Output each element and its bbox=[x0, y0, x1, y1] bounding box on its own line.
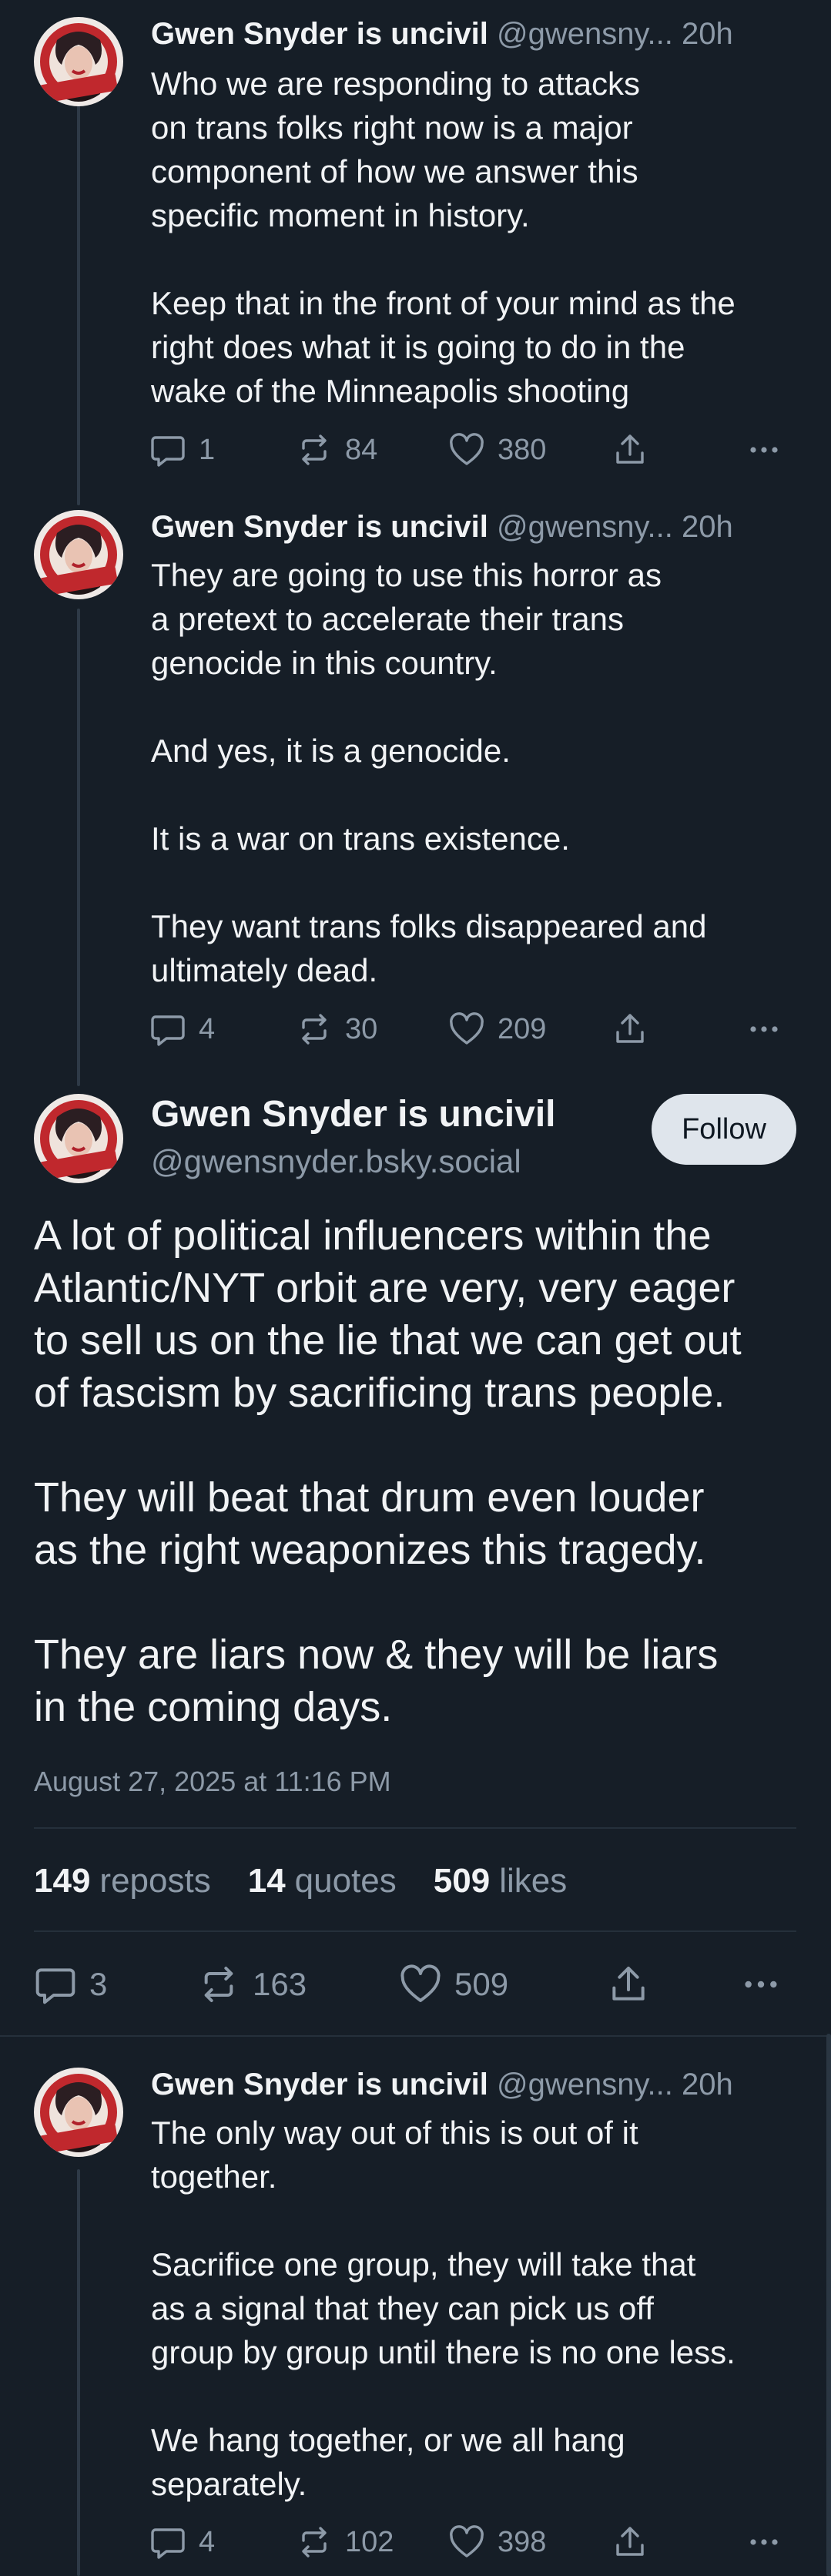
repost-arrows-icon bbox=[296, 431, 333, 468]
engagement-stats: 149 reposts 14 quotes 509 likes bbox=[34, 1860, 567, 1903]
author-name[interactable]: Gwen Snyder is uncivil bbox=[151, 2068, 488, 2101]
repost-button[interactable]: 163 bbox=[197, 1963, 307, 2006]
post-actions: 1 84 380 bbox=[149, 428, 796, 471]
reply-count: 4 bbox=[199, 1012, 216, 1045]
post-actions: 4 30 209 bbox=[149, 1008, 796, 1051]
speech-bubble-icon bbox=[34, 1963, 77, 2006]
repost-arrows-icon bbox=[296, 2524, 333, 2561]
post-header: Gwen Snyder is uncivil @gwensny... 20h bbox=[151, 15, 733, 52]
like-button[interactable]: 509 bbox=[399, 1963, 508, 2006]
repost-count: 84 bbox=[345, 433, 378, 466]
likes-stat[interactable]: 509 likes bbox=[434, 1860, 567, 1903]
reply-count: 4 bbox=[199, 2525, 216, 2558]
repost-count: 30 bbox=[345, 1012, 378, 1045]
heart-icon bbox=[399, 1963, 442, 2006]
speech-bubble-icon bbox=[149, 2524, 186, 2561]
share-button[interactable] bbox=[607, 1963, 650, 2006]
reply-button[interactable]: 3 bbox=[34, 1963, 107, 2006]
repost-arrows-icon bbox=[296, 1011, 333, 1048]
reply-count: 3 bbox=[89, 1966, 108, 2002]
like-button[interactable]: 380 bbox=[448, 428, 546, 471]
post-text: They are going to use this horror as a p… bbox=[151, 557, 707, 988]
post-header: Gwen Snyder is uncivil @gwensny... 20h bbox=[151, 508, 733, 545]
like-count: 509 bbox=[454, 1966, 509, 2002]
avatar[interactable] bbox=[34, 510, 123, 599]
thread-connector-line bbox=[77, 2169, 80, 2576]
post-date: August 27, 2025 at 11:16 PM bbox=[34, 1766, 391, 1797]
more-ellipsis-icon bbox=[746, 1011, 782, 1048]
repost-count: 163 bbox=[253, 1966, 307, 2002]
repost-button[interactable]: 84 bbox=[296, 428, 377, 471]
more-ellipsis-icon bbox=[739, 1963, 782, 2006]
more-options-button[interactable] bbox=[739, 1963, 782, 2006]
post-time[interactable]: 20h bbox=[682, 17, 733, 51]
repost-arrows-icon bbox=[197, 1963, 240, 2006]
post-time[interactable]: 20h bbox=[682, 510, 733, 544]
like-count: 209 bbox=[498, 1012, 547, 1045]
share-upload-icon bbox=[612, 1011, 648, 1048]
quotes-stat-count: 14 bbox=[247, 1862, 286, 1900]
author-handle[interactable]: @gwensny... bbox=[497, 510, 673, 544]
heart-icon bbox=[448, 431, 485, 468]
scrollbar[interactable] bbox=[826, 2034, 831, 2576]
heart-icon bbox=[448, 1011, 485, 1048]
more-options-button[interactable] bbox=[746, 1008, 782, 1051]
share-upload-icon bbox=[607, 1963, 650, 2006]
post-header: Gwen Snyder is uncivil @gwensny... 20h bbox=[151, 2066, 733, 2103]
speech-bubble-icon bbox=[149, 1011, 186, 1048]
author-name[interactable]: Gwen Snyder is uncivil bbox=[151, 17, 488, 51]
divider bbox=[34, 1930, 796, 1932]
likes-stat-label: likes bbox=[499, 1862, 568, 1900]
follow-button[interactable]: Follow bbox=[652, 1094, 796, 1165]
share-button[interactable] bbox=[612, 1008, 648, 1051]
avatar[interactable] bbox=[34, 1094, 123, 1183]
more-ellipsis-icon bbox=[746, 2524, 782, 2561]
share-button[interactable] bbox=[612, 2521, 648, 2564]
more-options-button[interactable] bbox=[746, 428, 782, 471]
reply-button[interactable]: 4 bbox=[149, 2521, 215, 2564]
reply-button[interactable]: 4 bbox=[149, 1008, 215, 1051]
more-options-button[interactable] bbox=[746, 2521, 782, 2564]
avatar[interactable] bbox=[34, 17, 123, 106]
repost-count: 102 bbox=[345, 2525, 394, 2558]
thread-connector-line bbox=[77, 105, 80, 505]
heart-icon bbox=[448, 2524, 485, 2561]
post-text: Who we are responding to attacks on tran… bbox=[151, 65, 736, 409]
more-ellipsis-icon bbox=[746, 431, 782, 468]
like-count: 380 bbox=[498, 433, 547, 466]
like-count: 398 bbox=[498, 2525, 547, 2558]
reply-count: 1 bbox=[199, 433, 216, 466]
post-actions: 4 102 398 bbox=[149, 2521, 796, 2564]
post-text: The only way out of this is out of it to… bbox=[151, 2115, 736, 2502]
repost-button[interactable]: 102 bbox=[296, 2521, 394, 2564]
share-upload-icon bbox=[612, 431, 648, 468]
author-handle[interactable]: @gwensny... bbox=[497, 2068, 673, 2101]
thread-connector-line bbox=[77, 609, 80, 1086]
reposts-stat-label: reposts bbox=[99, 1862, 211, 1900]
post-text: A lot of political influencers within th… bbox=[34, 1213, 742, 1730]
post-actions: 3 163 509 bbox=[34, 1963, 796, 2006]
avatar[interactable] bbox=[34, 2068, 123, 2157]
repost-button[interactable]: 30 bbox=[296, 1008, 377, 1051]
divider bbox=[0, 2035, 831, 2037]
reply-button[interactable]: 1 bbox=[149, 428, 215, 471]
share-upload-icon bbox=[612, 2524, 648, 2561]
post-time[interactable]: 20h bbox=[682, 2068, 733, 2101]
author-name[interactable]: Gwen Snyder is uncivil bbox=[151, 510, 488, 544]
quotes-stat[interactable]: 14 quotes bbox=[248, 1860, 397, 1903]
author-handle[interactable]: @gwensnyder.bsky.social bbox=[151, 1142, 521, 1182]
like-button[interactable]: 209 bbox=[448, 1008, 546, 1051]
author-handle[interactable]: @gwensny... bbox=[497, 17, 673, 51]
reposts-stat[interactable]: 149 reposts bbox=[34, 1860, 211, 1903]
divider bbox=[34, 1827, 796, 1829]
share-button[interactable] bbox=[612, 428, 648, 471]
likes-stat-count: 509 bbox=[433, 1862, 491, 1900]
quotes-stat-label: quotes bbox=[294, 1862, 397, 1900]
author-name[interactable]: Gwen Snyder is uncivil bbox=[151, 1092, 556, 1137]
like-button[interactable]: 398 bbox=[448, 2521, 546, 2564]
reposts-stat-count: 149 bbox=[34, 1862, 91, 1900]
speech-bubble-icon bbox=[149, 431, 186, 468]
